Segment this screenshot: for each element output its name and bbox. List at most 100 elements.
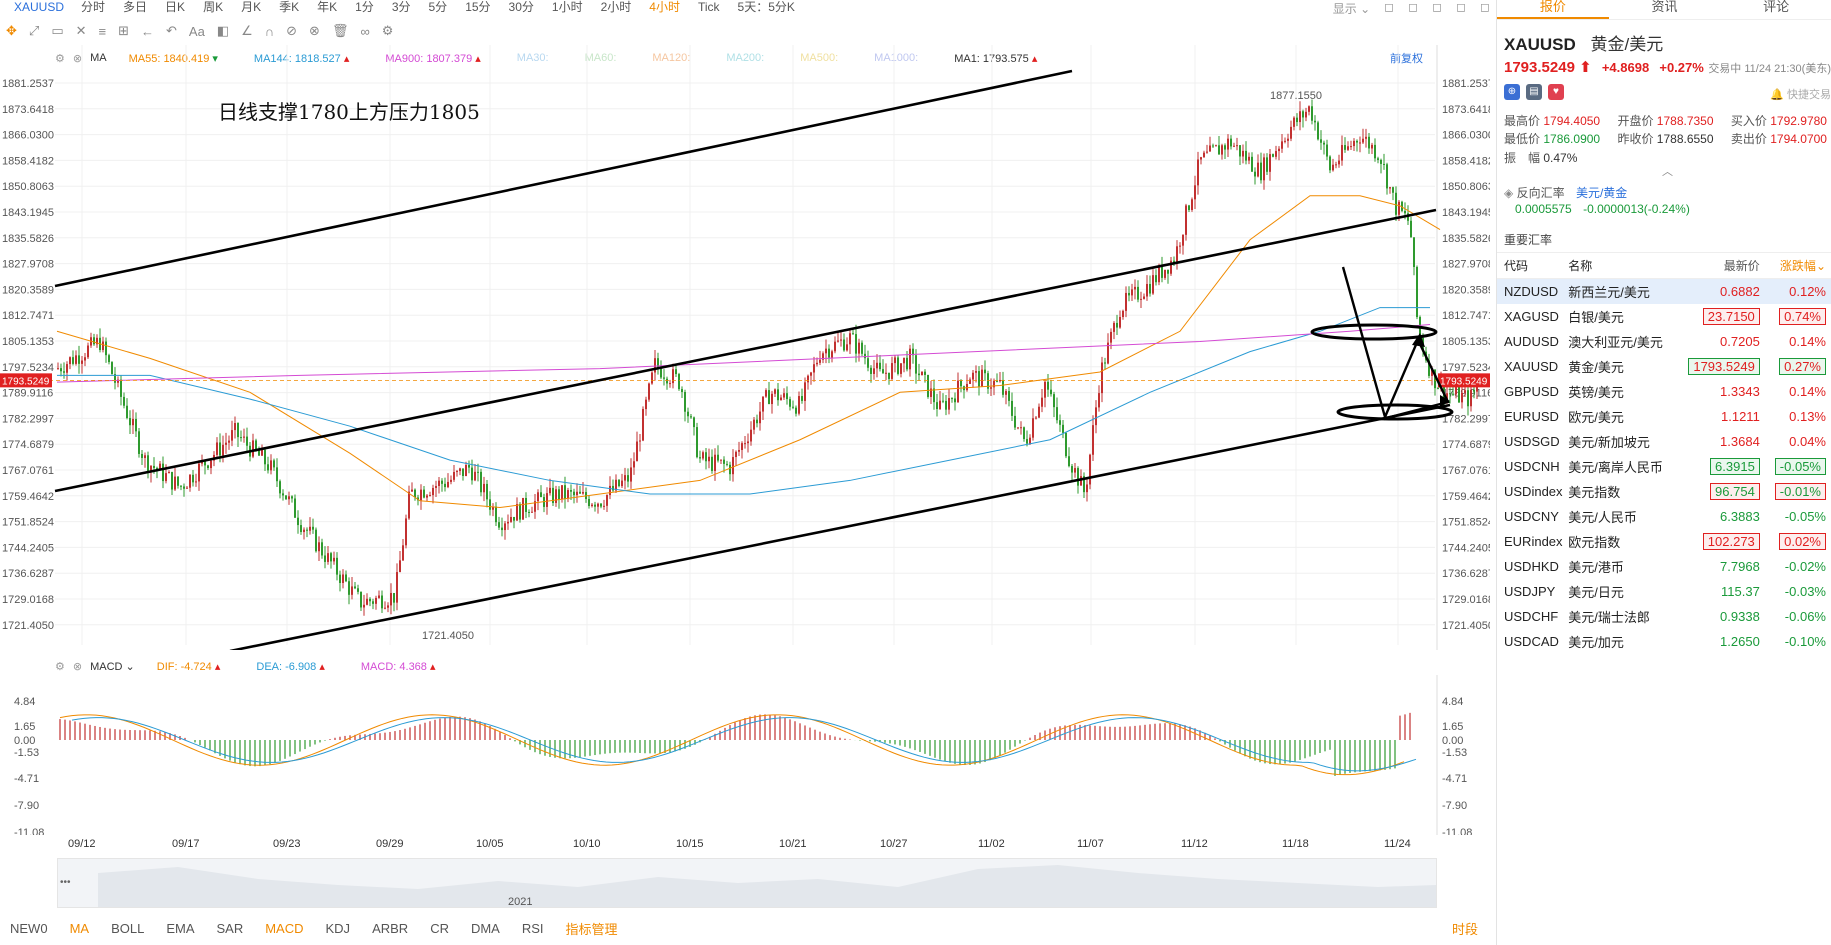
indicator-5[interactable]: MACD	[265, 921, 303, 936]
pencil-icon[interactable]: ◻	[1456, 0, 1466, 17]
indicator-11[interactable]: 指标管理	[566, 919, 618, 938]
drawing-tool-0-icon[interactable]: ✥	[6, 23, 17, 39]
indicator-7[interactable]: ARBR	[372, 921, 408, 936]
rate-row[interactable]: XAGUSD 白银/美元 23.7150 0.74%	[1497, 304, 1831, 329]
rate-row[interactable]: EURindex 欧元指数 102.273 0.02%	[1497, 529, 1831, 554]
period-tab-11[interactable]: 30分	[509, 0, 534, 15]
drawing-tool-5-icon[interactable]: ⊞	[118, 23, 129, 39]
rate-row[interactable]: USDSGD 美元/新加坡元 1.3684 0.04%	[1497, 429, 1831, 454]
indicator-0[interactable]: NEW0	[10, 921, 48, 936]
period-tab-14[interactable]: 4小时	[649, 0, 680, 15]
col-last[interactable]: 最新价	[1674, 252, 1766, 279]
rate-row[interactable]: USDCAD 美元/加元 1.2650 -0.10%	[1497, 629, 1831, 654]
candle-body	[801, 396, 803, 401]
candlestick-chart[interactable]: 1881.2537 1881.2537 1873.6418 1873.6418 1866…	[0, 45, 1490, 650]
drawing-tool-10-icon[interactable]: ∠	[241, 23, 253, 39]
period-tab-12[interactable]: 1小时	[552, 0, 583, 15]
favorite-heart-icon[interactable]: ♥	[1548, 84, 1564, 100]
rate-row[interactable]: AUDUSD 澳大利亚元/美元 0.7205 0.14%	[1497, 329, 1831, 354]
indicator-8[interactable]: CR	[430, 921, 449, 936]
quick-trade-button[interactable]: 🔔 快捷交易	[1770, 86, 1831, 102]
rate-last: 0.6882	[1674, 278, 1766, 304]
expand-icon[interactable]: ◻	[1480, 0, 1490, 17]
note-icon[interactable]: ▤	[1526, 84, 1542, 100]
drawing-tool-13-icon[interactable]: ⊗	[309, 23, 320, 39]
rate-row[interactable]: USDHKD 美元/港币 7.7968 -0.02%	[1497, 554, 1831, 579]
macd-label-left: -7.90	[14, 800, 39, 812]
panel-tab-1[interactable]: 资讯	[1609, 0, 1721, 19]
period-tab-6[interactable]: 年K	[317, 0, 337, 15]
globe-icon[interactable]: ⊕	[1504, 84, 1520, 100]
candle-body	[579, 491, 581, 494]
period-tab-4[interactable]: 月K	[241, 0, 261, 15]
candle-body	[1245, 150, 1247, 161]
indicator-3[interactable]: EMA	[166, 921, 194, 936]
rate-row[interactable]: USDindex 美元指数 96.754 -0.01%	[1497, 479, 1831, 504]
indicator-9[interactable]: DMA	[471, 921, 500, 936]
rate-row[interactable]: NZDUSD 新西兰元/美元 0.6882 0.12%	[1497, 278, 1831, 304]
drawing-tool-6-icon[interactable]: ←	[141, 24, 154, 39]
rate-row[interactable]: EURUSD 欧元/美元 1.1211 0.13%	[1497, 404, 1831, 429]
macd-indicator-name[interactable]: MACD ⌄	[90, 660, 135, 673]
candle-body	[183, 486, 185, 489]
session-button[interactable]: 时段	[1452, 919, 1478, 938]
display-menu[interactable]: 显示 ⌄	[1333, 0, 1370, 17]
drawing-tool-7-icon[interactable]: ↶	[166, 23, 177, 39]
period-tab-5[interactable]: 季K	[279, 0, 299, 15]
rate-row[interactable]: USDCHF 美元/瑞士法郎 0.9338 -0.06%	[1497, 604, 1831, 629]
diamond-icon: ◈	[1504, 186, 1514, 200]
indicator-4[interactable]: SAR	[216, 921, 243, 936]
period-tab-10[interactable]: 15分	[465, 0, 490, 15]
candle-body	[771, 393, 773, 405]
symbol-selector[interactable]: XAUUSD	[14, 0, 64, 14]
rate-row[interactable]: USDJPY 美元/日元 115.37 -0.03%	[1497, 579, 1831, 604]
candle-body	[945, 400, 947, 410]
drawing-tool-3-icon[interactable]: ✕	[76, 23, 87, 39]
drawing-tool-8-icon[interactable]: Aa	[189, 24, 205, 39]
drawing-tool-12-icon[interactable]: ⊘	[286, 23, 297, 39]
drawing-tool-9-icon[interactable]: ◧	[217, 23, 229, 39]
panel-tab-0[interactable]: 报价	[1497, 0, 1609, 19]
period-tab-7[interactable]: 1分	[355, 0, 374, 15]
panel-tab-2[interactable]: 评论	[1720, 0, 1831, 19]
period-tab-2[interactable]: 日K	[165, 0, 185, 15]
indicator-10[interactable]: RSI	[522, 921, 544, 936]
col-code[interactable]: 代码	[1497, 252, 1569, 279]
inverse-rate-pair[interactable]: 美元/黄金	[1576, 186, 1627, 200]
period-tab-16[interactable]: 5天：5分K	[738, 0, 795, 15]
period-tab-0[interactable]: 分时	[81, 0, 105, 15]
rate-last: 1.3684	[1674, 429, 1766, 454]
period-tab-1[interactable]: 多日	[123, 0, 147, 15]
macd-close-icon[interactable]: ⊗	[73, 660, 82, 673]
rate-row[interactable]: GBPUSD 英镑/美元 1.3343 0.14%	[1497, 379, 1831, 404]
indicator-6[interactable]: KDJ	[326, 921, 351, 936]
drawing-tool-1-icon[interactable]: ⤢	[29, 23, 39, 39]
rate-pct-value: -0.02%	[1784, 558, 1826, 574]
rate-row[interactable]: USDCNY 美元/人民币 6.3883 -0.05%	[1497, 504, 1831, 529]
col-name[interactable]: 名称	[1568, 252, 1675, 279]
macd-settings-gear-icon[interactable]: ⚙	[55, 660, 65, 673]
square-icon[interactable]: ◻	[1408, 0, 1418, 17]
rate-row[interactable]: XAUUSD 黄金/美元 1793.5249 0.27%	[1497, 354, 1831, 379]
macd-chart[interactable]: 4.84 4.841.65 1.650.00 0.00-1.53 -1.53-4.71-…	[0, 675, 1490, 835]
period-tab-3[interactable]: 周K	[203, 0, 223, 15]
drawing-tool-14-icon[interactable]: 🗑	[332, 23, 349, 39]
rate-last-value: 6.3883	[1720, 508, 1760, 524]
period-tab-13[interactable]: 2小时	[601, 0, 632, 15]
drawing-tool-11-icon[interactable]: ∩	[265, 24, 274, 39]
indicator-2[interactable]: BOLL	[111, 921, 144, 936]
drawing-tool-4-icon[interactable]: ≡	[99, 24, 107, 39]
drawing-tool-2-icon[interactable]: ▭	[51, 23, 63, 39]
gear-icon[interactable]: ◻	[1384, 0, 1394, 17]
period-tab-8[interactable]: 3分	[392, 0, 411, 15]
collapse-chevron-icon[interactable]: ︿	[1662, 163, 1673, 179]
camera-icon[interactable]: ◻	[1432, 0, 1442, 17]
drawing-tool-16-icon[interactable]: ⚙	[382, 23, 394, 39]
col-pct[interactable]: 涨跌幅⌄	[1765, 252, 1831, 279]
time-navigator[interactable]: ••• 2021	[57, 858, 1437, 908]
rate-row[interactable]: USDCNH 美元/离岸人民币 6.3915 -0.05%	[1497, 454, 1831, 479]
drawing-tool-15-icon[interactable]: ∞	[360, 24, 369, 39]
period-tab-15[interactable]: Tick	[698, 0, 720, 14]
indicator-1[interactable]: MA	[70, 921, 90, 936]
period-tab-9[interactable]: 5分	[429, 0, 448, 15]
